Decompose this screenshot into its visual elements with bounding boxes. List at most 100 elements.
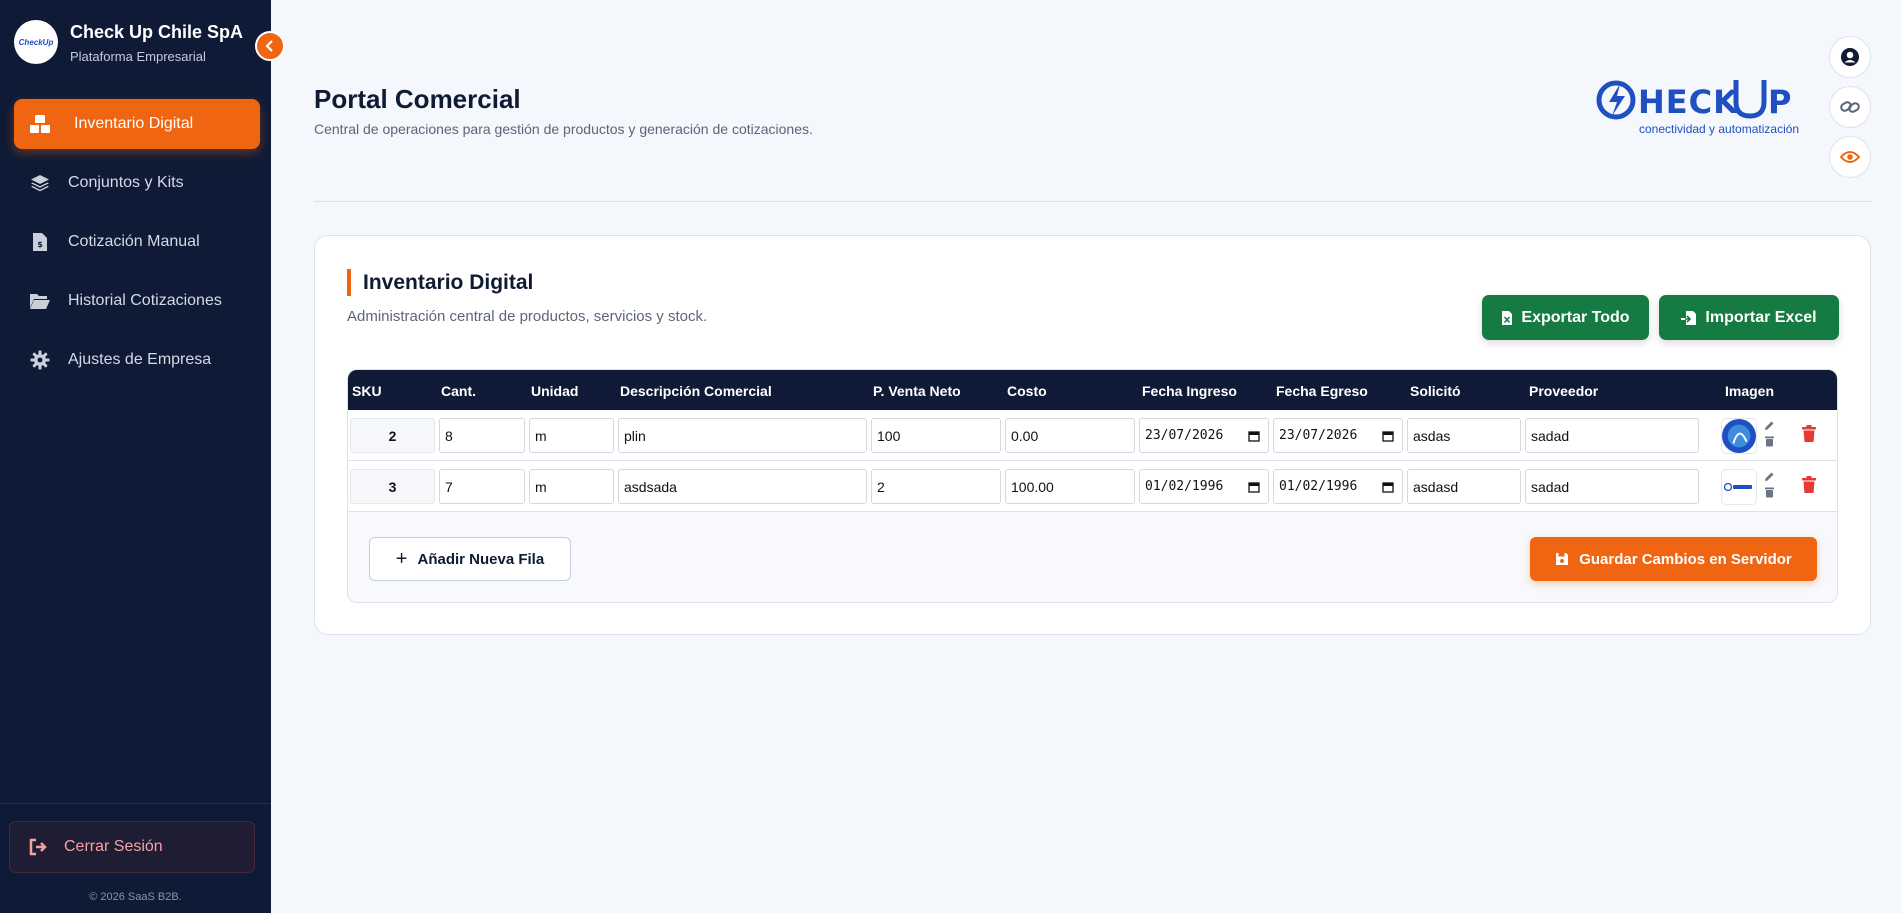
sidebar-item-cotizacion[interactable]: $ Cotización Manual xyxy=(14,217,260,267)
inventory-card: Inventario Digital Administración centra… xyxy=(314,235,1871,635)
export-all-button[interactable]: Exportar Todo xyxy=(1482,295,1649,340)
col-cant: Cant. xyxy=(441,383,476,399)
save-changes-button[interactable]: Guardar Cambios en Servidor xyxy=(1530,537,1817,581)
sidebar-item-label: Conjuntos y Kits xyxy=(68,174,184,191)
fecha-ingreso-input[interactable]: 01/02/1996 xyxy=(1139,469,1269,504)
card-subtitle: Administración central de productos, ser… xyxy=(347,308,708,325)
col-unidad: Unidad xyxy=(531,383,579,399)
calendar-icon[interactable] xyxy=(1248,430,1260,442)
preview-button[interactable] xyxy=(1829,136,1871,178)
fecha-ingreso-value: 01/02/1996 xyxy=(1145,479,1224,494)
col-descripcion: Descripción Comercial xyxy=(620,383,772,399)
invoice-icon: $ xyxy=(28,230,52,254)
col-ingreso: Fecha Ingreso xyxy=(1142,383,1237,399)
proveedor-input[interactable]: sadad xyxy=(1525,469,1699,504)
import-excel-button[interactable]: Importar Excel xyxy=(1659,295,1839,340)
company-logo-text: CheckUp xyxy=(18,37,54,47)
sidebar-nav: Inventario Digital Conjuntos y Kits $ Co… xyxy=(14,99,260,394)
venta-input[interactable]: 100 xyxy=(871,418,1001,453)
col-egreso: Fecha Egreso xyxy=(1276,383,1368,399)
fecha-ingreso-input[interactable]: 23/07/2026 xyxy=(1139,418,1269,453)
descripcion-input[interactable]: asdsada xyxy=(618,469,867,504)
table-row: 3 7 m asdsada 2 100.00 01/02/1996 01/02/… xyxy=(348,461,1837,512)
product-image-thumbnail[interactable] xyxy=(1721,418,1757,454)
save-changes-label: Guardar Cambios en Servidor xyxy=(1579,550,1792,568)
col-solicito: Solicitó xyxy=(1410,383,1461,399)
chevron-left-icon xyxy=(265,40,273,52)
delete-image-icon[interactable] xyxy=(1761,435,1777,450)
col-sku: SKU xyxy=(352,383,382,399)
link-icon xyxy=(1840,101,1860,113)
sidebar-item-ajustes[interactable]: Ajustes de Empresa xyxy=(14,335,260,385)
delete-image-icon[interactable] xyxy=(1761,486,1777,501)
boxes-icon xyxy=(28,112,52,136)
row-image-actions xyxy=(1761,420,1777,450)
descripcion-input[interactable]: plin xyxy=(618,418,867,453)
layers-icon xyxy=(28,171,52,195)
sidebar-item-label: Inventario Digital xyxy=(74,115,194,132)
costo-input[interactable]: 100.00 xyxy=(1005,469,1135,504)
product-photo xyxy=(1722,419,1756,453)
sku-cell: 3 xyxy=(350,469,435,504)
add-row-button[interactable]: + Añadir Nueva Fila xyxy=(369,537,571,581)
solicito-input[interactable]: asdasd xyxy=(1407,469,1521,504)
plus-icon: + xyxy=(395,547,408,570)
col-proveedor: Proveedor xyxy=(1529,383,1599,399)
edit-image-icon[interactable] xyxy=(1761,420,1777,435)
col-venta: P. Venta Neto xyxy=(873,383,961,399)
sidebar-item-label: Historial Cotizaciones xyxy=(68,292,222,309)
sidebar-item-label: Cotización Manual xyxy=(68,233,200,250)
collapse-sidebar-button[interactable] xyxy=(255,31,285,61)
venta-input[interactable]: 2 xyxy=(871,469,1001,504)
sidebar-divider xyxy=(0,803,271,804)
calendar-icon[interactable] xyxy=(1382,481,1394,493)
fecha-egreso-input[interactable]: 23/07/2026 xyxy=(1273,418,1403,453)
logout-label: Cerrar Sesión xyxy=(64,838,163,855)
row-image-actions xyxy=(1761,471,1777,501)
fecha-egreso-value: 01/02/1996 xyxy=(1279,479,1358,494)
add-row-label: Añadir Nueva Fila xyxy=(417,550,545,568)
file-import-icon xyxy=(1681,310,1697,326)
col-imagen: Imagen xyxy=(1725,383,1775,399)
page-subtitle: Central de operaciones para gestión de p… xyxy=(314,121,813,137)
svg-text:$: $ xyxy=(37,240,43,249)
export-all-label: Exportar Todo xyxy=(1521,308,1630,326)
folder-open-icon xyxy=(28,289,52,313)
sidebar-item-inventario[interactable]: Inventario Digital xyxy=(14,99,260,149)
link-button[interactable] xyxy=(1829,86,1871,128)
delete-row-icon[interactable] xyxy=(1801,425,1817,448)
delete-row-icon[interactable] xyxy=(1801,476,1817,499)
col-costo: Costo xyxy=(1007,383,1047,399)
product-image-thumbnail[interactable] xyxy=(1721,469,1757,505)
sidebar: CheckUp Check Up Chile SpA Plataforma Em… xyxy=(0,0,271,913)
unidad-input[interactable]: m xyxy=(529,418,614,453)
fecha-egreso-value: 23/07/2026 xyxy=(1279,428,1358,443)
solicito-input[interactable]: asdas xyxy=(1407,418,1521,453)
sidebar-item-conjuntos[interactable]: Conjuntos y Kits xyxy=(14,158,260,208)
sku-cell: 2 xyxy=(350,418,435,453)
table-header: SKU Cant. Unidad Descripción Comercial P… xyxy=(348,370,1837,410)
unidad-input[interactable]: m xyxy=(529,469,614,504)
save-icon xyxy=(1555,552,1569,566)
gear-icon xyxy=(28,348,52,372)
logout-button[interactable]: Cerrar Sesión xyxy=(9,821,255,873)
sidebar-item-historial[interactable]: Historial Cotizaciones xyxy=(14,276,260,326)
proveedor-input[interactable]: sadad xyxy=(1525,418,1699,453)
inventory-table: SKU Cant. Unidad Descripción Comercial P… xyxy=(347,369,1838,603)
fecha-egreso-input[interactable]: 01/02/1996 xyxy=(1273,469,1403,504)
company-logo: CheckUp xyxy=(14,20,58,64)
logo-caption: conectividad y automatización xyxy=(1639,122,1800,136)
fecha-ingreso-value: 23/07/2026 xyxy=(1145,428,1224,443)
user-circle-icon xyxy=(1841,48,1859,66)
import-excel-label: Importar Excel xyxy=(1705,308,1817,326)
user-profile-button[interactable] xyxy=(1829,36,1871,78)
costo-input[interactable]: 0.00 xyxy=(1005,418,1135,453)
cant-input[interactable]: 7 xyxy=(439,469,525,504)
page-title: Portal Comercial xyxy=(314,84,521,114)
logout-icon xyxy=(28,838,48,856)
edit-image-icon[interactable] xyxy=(1761,471,1777,486)
calendar-icon[interactable] xyxy=(1248,481,1260,493)
company-tagline: Plataforma Empresarial xyxy=(70,48,206,64)
cant-input[interactable]: 8 xyxy=(439,418,525,453)
calendar-icon[interactable] xyxy=(1382,430,1394,442)
